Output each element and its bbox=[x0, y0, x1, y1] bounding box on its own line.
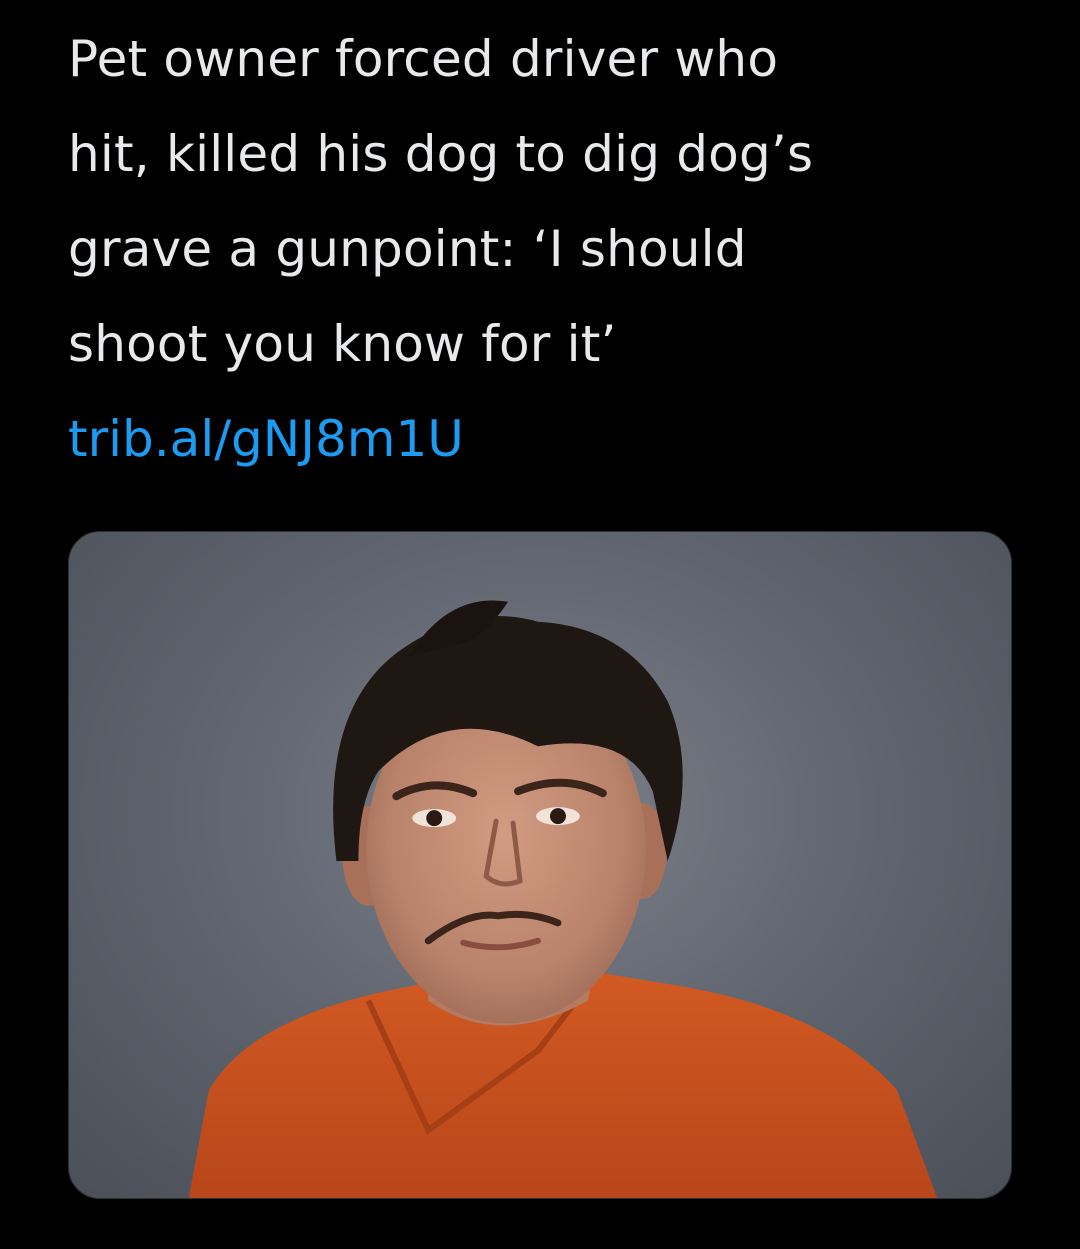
booking-photo-illustration bbox=[188, 600, 938, 1198]
tweet: Pet owner forced driver who hit, killed … bbox=[0, 0, 1080, 1249]
tweet-text: Pet owner forced driver who hit, killed … bbox=[68, 30, 814, 373]
tweet-link[interactable]: trib.al/gNJ8m1U bbox=[68, 392, 464, 487]
tweet-media-photo[interactable] bbox=[68, 531, 1012, 1199]
